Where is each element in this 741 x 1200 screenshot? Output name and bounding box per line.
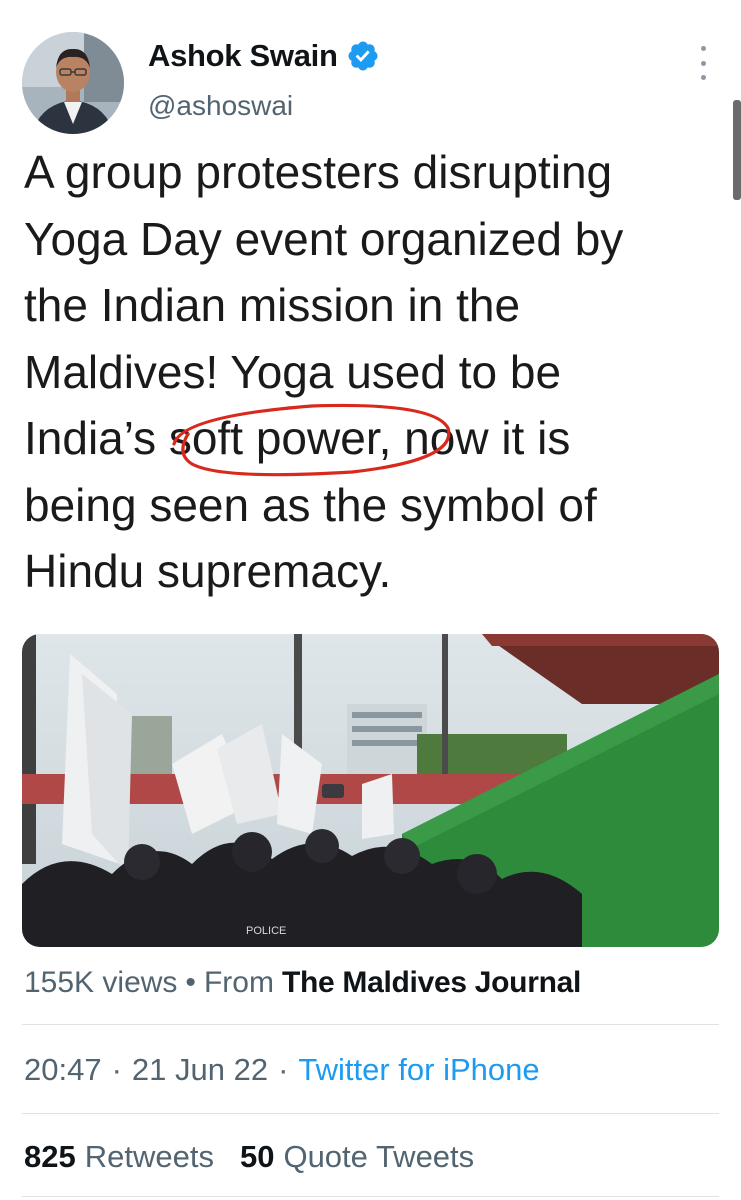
verified-badge-icon — [348, 41, 378, 71]
tweet-detail-page: Ashok Swain @ashoswai A group protesters… — [0, 0, 741, 1200]
retweets-count: 825 — [24, 1139, 76, 1174]
video-source-link[interactable]: The Maldives Journal — [282, 966, 581, 1000]
engagement-stats: 825 Retweets 50 Quote Tweets — [24, 1139, 474, 1175]
tweet-text: A group protesters disrupting Yoga Day e… — [24, 139, 724, 605]
divider — [22, 1113, 719, 1114]
video-overlay-text: POLICE — [246, 925, 286, 937]
views-row: 155K views • From The Maldives Journal — [24, 966, 581, 1000]
quote-tweets-count: 50 — [239, 1139, 275, 1174]
separator: · — [278, 1052, 289, 1087]
quote-tweets-label: Quote Tweets — [283, 1139, 475, 1174]
tweet-date[interactable]: 21 Jun 22 — [132, 1052, 268, 1088]
from-label: From — [203, 966, 274, 999]
author-name-row[interactable]: Ashok Swain — [148, 38, 380, 74]
separator: • — [185, 966, 196, 999]
timestamp-row: 20:47 · 21 Jun 22 · Twitter for iPhone — [24, 1052, 540, 1088]
separator: · — [111, 1052, 122, 1087]
video-frame: POLICE — [22, 634, 719, 947]
tweet-video[interactable]: POLICE — [22, 634, 719, 947]
tweet-text-highlighted: soft power, — [168, 412, 392, 464]
retweets-stat[interactable]: 825 Retweets — [24, 1139, 214, 1175]
more-options-icon[interactable] — [693, 46, 713, 80]
author-handle[interactable]: @ashoswai — [148, 90, 293, 122]
author-avatar[interactable] — [22, 32, 124, 134]
author-name[interactable]: Ashok Swain — [148, 38, 338, 74]
divider — [22, 1196, 719, 1197]
divider — [22, 1024, 719, 1025]
quote-tweets-stat[interactable]: 50 Quote Tweets — [240, 1139, 474, 1175]
client-link[interactable]: Twitter for iPhone — [298, 1052, 539, 1088]
avatar-photo — [22, 32, 124, 134]
scrollbar[interactable] — [733, 100, 741, 200]
retweets-label: Retweets — [84, 1139, 214, 1174]
tweet-time[interactable]: 20:47 — [24, 1052, 102, 1088]
view-count: 155K views — [24, 966, 178, 999]
